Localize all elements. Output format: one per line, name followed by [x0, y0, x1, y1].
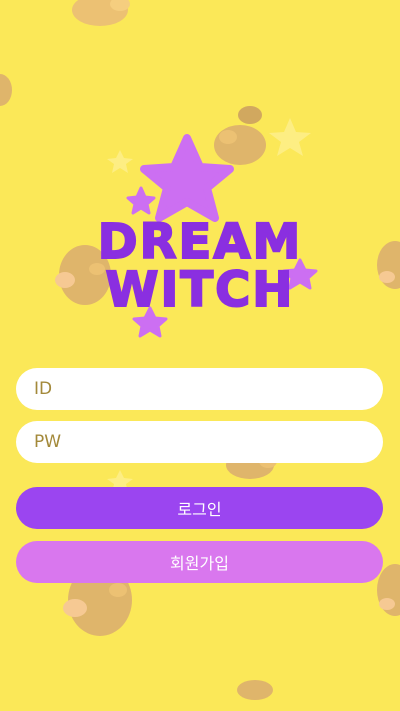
signup-button[interactable]: 회원가입	[16, 541, 383, 583]
character-icon	[377, 241, 400, 289]
character-icon	[0, 74, 12, 106]
app-logo: DREAM WITCH	[97, 134, 318, 338]
star-icon	[140, 134, 234, 222]
character-icon	[72, 0, 130, 26]
id-input[interactable]	[16, 368, 383, 410]
background-pattern	[0, 0, 400, 700]
logo-text-witch: WITCH	[106, 262, 295, 318]
password-input[interactable]	[16, 421, 383, 463]
character-icon	[237, 680, 273, 700]
star-icon	[126, 186, 156, 215]
login-button[interactable]: 로그인	[16, 487, 383, 529]
